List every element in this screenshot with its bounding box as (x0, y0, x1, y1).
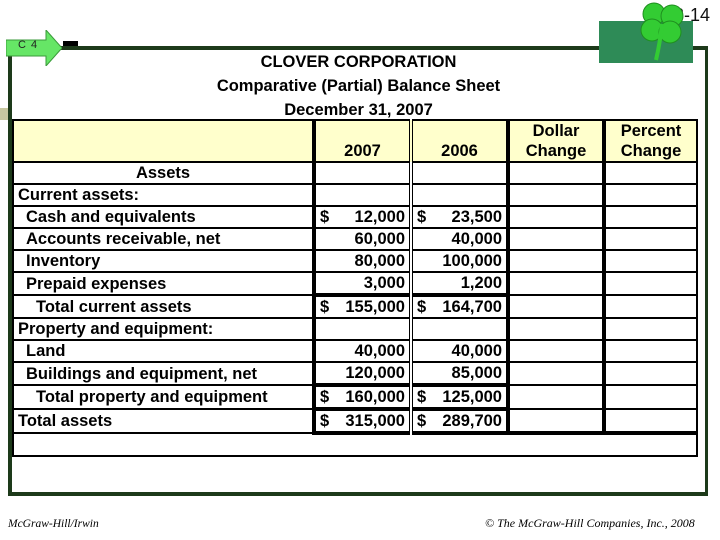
table-row: Total property and equipment $160,000 $1… (12, 383, 698, 410)
publisher-credit: McGraw-Hill/Irwin (8, 518, 99, 530)
cell-dollar-change (506, 205, 605, 229)
row-label: Buildings and equipment, net (12, 361, 315, 386)
cell-percent-change (602, 227, 698, 251)
edge-marker (0, 108, 8, 120)
cell-percent-change (602, 384, 698, 410)
cell-dollar-change (506, 408, 605, 435)
cell-dollar-change (506, 161, 605, 185)
row-label: Property and equipment: (12, 317, 315, 341)
marker-tab (63, 41, 78, 46)
row-label: Current assets: (12, 183, 315, 207)
table-row: Assets (12, 161, 698, 185)
row-label: Prepaid expenses (12, 271, 315, 296)
table-row: Total current assets $155,000 $164,700 (12, 293, 698, 319)
company-name: CLOVER CORPORATION (260, 53, 457, 71)
cell-2007: 120,000 (312, 361, 412, 386)
cell-percent-change (602, 294, 698, 319)
cell-percent-change (602, 161, 698, 185)
table-row: Current assets: (12, 183, 698, 207)
table-blank-row (12, 432, 698, 457)
cell-2006 (409, 317, 510, 341)
blank-cell (12, 432, 698, 457)
cell-dollar-change (506, 384, 605, 410)
cell-percent-change (602, 317, 698, 341)
cell-2007 (312, 317, 412, 341)
cell-2006: 1,200 (409, 271, 510, 296)
cell-percent-change (602, 205, 698, 229)
cell-2007 (312, 183, 412, 207)
statement-title: Comparative (Partial) Balance Sheet (216, 77, 501, 95)
cell-2006: 40,000 (409, 339, 510, 363)
header-2007: 2007 (312, 119, 412, 163)
row-label: Land (12, 339, 315, 363)
row-label: Total property and equipment (12, 384, 315, 410)
cell-2006: $125,000 (409, 383, 510, 410)
table-row: Prepaid expenses 3,000 1,200 (12, 271, 698, 296)
cell-dollar-change (506, 227, 605, 251)
header-percent-change: Percent Change (602, 119, 698, 163)
cell-dollar-change (506, 271, 605, 296)
cell-2006: $164,700 (409, 293, 510, 319)
cell-2007: 60,000 (312, 227, 412, 251)
row-label: Accounts receivable, net (12, 227, 315, 251)
balance-sheet-table: 2007 2006 Dollar Change Percent Change A… (12, 119, 698, 457)
table-row: Cash and equivalents $12,000 $23,500 (12, 205, 698, 229)
cell-percent-change (602, 408, 698, 435)
cell-2007: $160,000 (312, 383, 412, 410)
table-row: Inventory 80,000 100,000 (12, 249, 698, 273)
table-header-row: 2007 2006 Dollar Change Percent Change (12, 119, 698, 163)
table-row: Property and equipment: (12, 317, 698, 341)
cell-2006: 40,000 (409, 227, 510, 251)
cell-2006: 100,000 (409, 249, 510, 273)
cell-2007 (312, 161, 412, 185)
cell-percent-change (602, 271, 698, 296)
cell-2006: $289,700 (409, 407, 510, 435)
cell-2007: 80,000 (312, 249, 412, 273)
row-label: Assets (12, 161, 315, 185)
cell-2007: $315,000 (312, 407, 412, 435)
table-row: Total assets $315,000 $289,700 (12, 407, 698, 435)
cell-2007: $155,000 (312, 293, 412, 319)
cell-2006: $23,500 (409, 205, 510, 229)
cell-dollar-change (506, 294, 605, 319)
header-2006: 2006 (409, 119, 509, 163)
statement-header: CLOVER CORPORATION Comparative (Partial)… (12, 50, 705, 122)
table-row: Buildings and equipment, net 120,000 85,… (12, 361, 698, 386)
cell-percent-change (602, 339, 698, 363)
cell-percent-change (602, 249, 698, 273)
cell-percent-change (602, 361, 698, 386)
cell-dollar-change (506, 361, 605, 386)
cell-dollar-change (506, 249, 605, 273)
cell-dollar-change (506, 317, 605, 341)
cell-2006: 85,000 (409, 361, 510, 386)
row-label: Inventory (12, 249, 315, 273)
cell-2006 (409, 183, 509, 207)
row-label: Total current assets (12, 294, 315, 319)
header-label-cell (12, 119, 315, 163)
table-row: Accounts receivable, net 60,000 40,000 (12, 227, 698, 251)
row-label: Cash and equivalents (12, 205, 315, 229)
table-row: Land 40,000 40,000 (12, 339, 698, 363)
cell-2007: $12,000 (312, 205, 412, 229)
cell-2006 (409, 161, 509, 185)
row-label: Total assets (12, 408, 315, 434)
cell-2007: 40,000 (312, 339, 412, 363)
copyright-notice: © The McGraw-Hill Companies, Inc., 2008 (485, 516, 695, 530)
cell-dollar-change (506, 183, 605, 207)
cell-dollar-change (506, 339, 605, 363)
cell-2007: 3,000 (312, 271, 412, 296)
header-dollar-change: Dollar Change (506, 119, 605, 163)
cell-percent-change (602, 183, 698, 207)
